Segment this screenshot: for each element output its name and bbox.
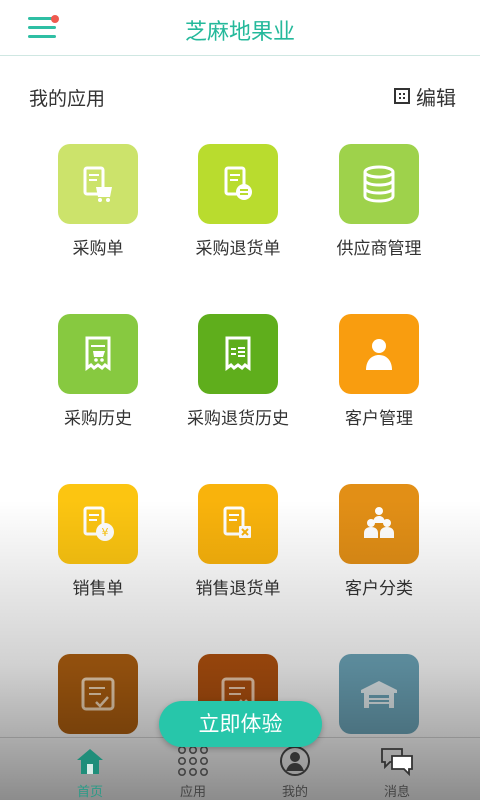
app-tile[interactable] (58, 314, 138, 394)
app-checklist[interactable] (28, 654, 168, 744)
checklist-icon (81, 677, 115, 711)
app-sales-return[interactable]: 销售退货单 (168, 484, 308, 599)
customer-icon (366, 339, 392, 370)
app-tile[interactable] (58, 144, 138, 224)
edit-label: 编辑 (416, 85, 456, 110)
app-supplier-management[interactable]: 供应商管理 (309, 144, 449, 259)
tab-label: 首页 (76, 785, 103, 800)
page-title: 芝麻地果业 (184, 20, 295, 45)
app-tile[interactable] (339, 144, 419, 224)
section-title: 我的应用 (29, 88, 106, 110)
app-label: 采购退货历史 (187, 409, 289, 429)
app-label: 销售单 (72, 579, 124, 599)
tab-messages[interactable]: 消息 (347, 738, 447, 801)
tab-label: 我的 (281, 785, 308, 800)
tab-label: 应用 (179, 785, 206, 800)
purchase-history-icon (85, 336, 111, 371)
app-label: 采购退货单 (195, 239, 281, 259)
tab-profile[interactable]: 我的 (245, 738, 345, 801)
app-warehouse[interactable] (309, 654, 449, 744)
app-purchase-return-history[interactable]: 采购退货历史 (168, 314, 308, 429)
app-tile[interactable] (198, 144, 278, 224)
tab-home[interactable]: 首页 (40, 738, 140, 801)
app-purchase-history[interactable]: 采购历史 (28, 314, 168, 429)
purchase-return-history-icon (225, 336, 251, 371)
app-tile[interactable] (339, 484, 419, 564)
grid-icon (177, 745, 208, 776)
edit-button[interactable]: 编辑 (394, 83, 456, 110)
app-sales-order[interactable]: ¥ 销售单 (28, 484, 168, 599)
app-tile[interactable]: ¥ (58, 484, 138, 564)
sales-return-icon (223, 506, 251, 538)
app-label: 供应商管理 (336, 239, 422, 259)
app-label: 采购单 (72, 239, 124, 259)
app-tile[interactable] (58, 654, 138, 734)
purchase-return-icon (224, 166, 252, 200)
edit-grid-icon (394, 88, 410, 104)
app-tile[interactable] (198, 484, 278, 564)
warehouse-icon (361, 681, 397, 708)
customer-group-icon (364, 507, 394, 538)
home-icon (77, 749, 103, 774)
app-tile[interactable] (339, 314, 419, 394)
tab-label: 消息 (383, 785, 410, 800)
app-header: 芝麻地果业 (0, 0, 480, 56)
app-tile[interactable] (339, 654, 419, 734)
app-purchase-return[interactable]: 采购退货单 (168, 144, 308, 259)
app-label: 客户分类 (345, 579, 413, 599)
try-now-button[interactable]: 立即体验 (159, 701, 322, 747)
profile-icon (280, 746, 310, 776)
app-customer-category[interactable]: 客户分类 (309, 484, 449, 599)
sales-order-icon: ¥ (83, 506, 114, 541)
supplier-database-icon (363, 165, 395, 203)
app-label: 销售退货单 (195, 579, 281, 599)
purchase-order-icon (83, 166, 112, 202)
app-tile[interactable] (198, 314, 278, 394)
tab-apps[interactable]: 应用 (143, 738, 243, 801)
app-label: 采购历史 (64, 409, 132, 429)
message-icon (381, 748, 413, 777)
app-purchase-order[interactable]: 采购单 (28, 144, 168, 259)
app-label: 客户管理 (345, 409, 413, 429)
app-customer-management[interactable]: 客户管理 (309, 314, 449, 429)
svg-text:¥: ¥ (102, 526, 109, 539)
